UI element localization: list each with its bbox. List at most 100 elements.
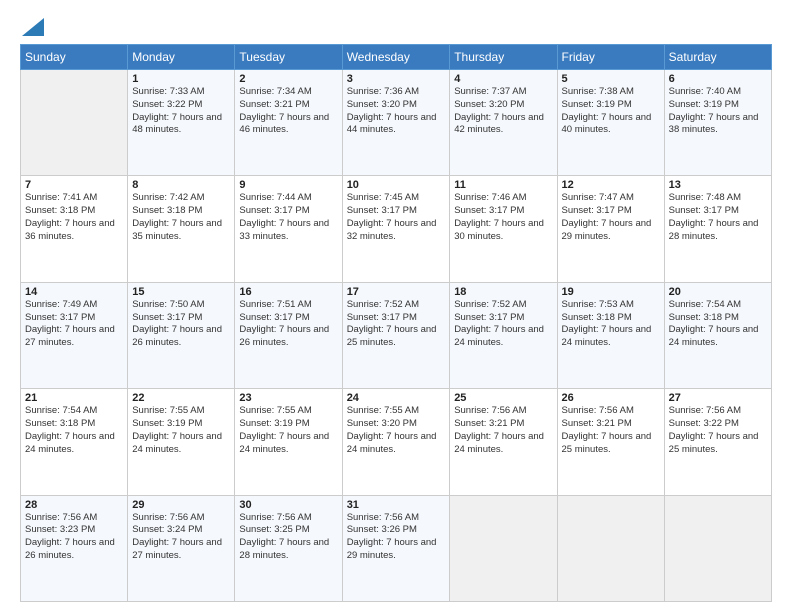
day-number: 20 xyxy=(669,286,767,298)
day-number: 15 xyxy=(132,286,230,298)
logo xyxy=(20,18,44,36)
calendar-cell xyxy=(450,495,557,601)
day-number: 28 xyxy=(25,499,123,511)
calendar-cell: 20Sunrise: 7:54 AM Sunset: 3:18 PM Dayli… xyxy=(664,282,771,388)
calendar-cell: 11Sunrise: 7:46 AM Sunset: 3:17 PM Dayli… xyxy=(450,176,557,282)
day-info: Sunrise: 7:52 AM Sunset: 3:17 PM Dayligh… xyxy=(347,299,446,350)
calendar-cell: 21Sunrise: 7:54 AM Sunset: 3:18 PM Dayli… xyxy=(21,389,128,495)
day-number: 27 xyxy=(669,392,767,404)
calendar-cell: 3Sunrise: 7:36 AM Sunset: 3:20 PM Daylig… xyxy=(342,70,450,176)
week-row-3: 21Sunrise: 7:54 AM Sunset: 3:18 PM Dayli… xyxy=(21,389,772,495)
calendar-cell: 12Sunrise: 7:47 AM Sunset: 3:17 PM Dayli… xyxy=(557,176,664,282)
day-info: Sunrise: 7:44 AM Sunset: 3:17 PM Dayligh… xyxy=(239,192,337,243)
day-info: Sunrise: 7:42 AM Sunset: 3:18 PM Dayligh… xyxy=(132,192,230,243)
calendar-cell: 31Sunrise: 7:56 AM Sunset: 3:26 PM Dayli… xyxy=(342,495,450,601)
weekday-header-sunday: Sunday xyxy=(21,45,128,70)
calendar-cell: 8Sunrise: 7:42 AM Sunset: 3:18 PM Daylig… xyxy=(128,176,235,282)
calendar-cell: 27Sunrise: 7:56 AM Sunset: 3:22 PM Dayli… xyxy=(664,389,771,495)
weekday-header-saturday: Saturday xyxy=(664,45,771,70)
day-info: Sunrise: 7:49 AM Sunset: 3:17 PM Dayligh… xyxy=(25,299,123,350)
calendar-cell: 22Sunrise: 7:55 AM Sunset: 3:19 PM Dayli… xyxy=(128,389,235,495)
calendar-cell xyxy=(557,495,664,601)
weekday-header-wednesday: Wednesday xyxy=(342,45,450,70)
day-number: 18 xyxy=(454,286,552,298)
day-number: 29 xyxy=(132,499,230,511)
calendar-cell: 19Sunrise: 7:53 AM Sunset: 3:18 PM Dayli… xyxy=(557,282,664,388)
day-number: 23 xyxy=(239,392,337,404)
day-number: 4 xyxy=(454,73,552,85)
day-number: 14 xyxy=(25,286,123,298)
day-info: Sunrise: 7:37 AM Sunset: 3:20 PM Dayligh… xyxy=(454,86,552,137)
day-info: Sunrise: 7:56 AM Sunset: 3:23 PM Dayligh… xyxy=(25,512,123,563)
day-info: Sunrise: 7:56 AM Sunset: 3:22 PM Dayligh… xyxy=(669,405,767,456)
calendar-cell xyxy=(664,495,771,601)
day-info: Sunrise: 7:53 AM Sunset: 3:18 PM Dayligh… xyxy=(562,299,660,350)
calendar-cell: 24Sunrise: 7:55 AM Sunset: 3:20 PM Dayli… xyxy=(342,389,450,495)
day-info: Sunrise: 7:41 AM Sunset: 3:18 PM Dayligh… xyxy=(25,192,123,243)
calendar-cell: 17Sunrise: 7:52 AM Sunset: 3:17 PM Dayli… xyxy=(342,282,450,388)
day-info: Sunrise: 7:54 AM Sunset: 3:18 PM Dayligh… xyxy=(669,299,767,350)
day-info: Sunrise: 7:46 AM Sunset: 3:17 PM Dayligh… xyxy=(454,192,552,243)
day-info: Sunrise: 7:48 AM Sunset: 3:17 PM Dayligh… xyxy=(669,192,767,243)
calendar-cell: 29Sunrise: 7:56 AM Sunset: 3:24 PM Dayli… xyxy=(128,495,235,601)
day-number: 8 xyxy=(132,179,230,191)
calendar-cell: 25Sunrise: 7:56 AM Sunset: 3:21 PM Dayli… xyxy=(450,389,557,495)
day-number: 2 xyxy=(239,73,337,85)
page: SundayMondayTuesdayWednesdayThursdayFrid… xyxy=(0,0,792,612)
day-info: Sunrise: 7:56 AM Sunset: 3:26 PM Dayligh… xyxy=(347,512,446,563)
calendar-cell xyxy=(21,70,128,176)
logo-icon xyxy=(22,18,44,36)
week-row-1: 7Sunrise: 7:41 AM Sunset: 3:18 PM Daylig… xyxy=(21,176,772,282)
day-info: Sunrise: 7:34 AM Sunset: 3:21 PM Dayligh… xyxy=(239,86,337,137)
day-number: 25 xyxy=(454,392,552,404)
week-row-0: 1Sunrise: 7:33 AM Sunset: 3:22 PM Daylig… xyxy=(21,70,772,176)
day-number: 3 xyxy=(347,73,446,85)
calendar-cell: 6Sunrise: 7:40 AM Sunset: 3:19 PM Daylig… xyxy=(664,70,771,176)
day-number: 31 xyxy=(347,499,446,511)
day-info: Sunrise: 7:51 AM Sunset: 3:17 PM Dayligh… xyxy=(239,299,337,350)
calendar-cell: 2Sunrise: 7:34 AM Sunset: 3:21 PM Daylig… xyxy=(235,70,342,176)
day-number: 12 xyxy=(562,179,660,191)
day-info: Sunrise: 7:54 AM Sunset: 3:18 PM Dayligh… xyxy=(25,405,123,456)
calendar-cell: 1Sunrise: 7:33 AM Sunset: 3:22 PM Daylig… xyxy=(128,70,235,176)
header xyxy=(20,18,772,36)
calendar-cell: 9Sunrise: 7:44 AM Sunset: 3:17 PM Daylig… xyxy=(235,176,342,282)
calendar-cell: 14Sunrise: 7:49 AM Sunset: 3:17 PM Dayli… xyxy=(21,282,128,388)
weekday-header-monday: Monday xyxy=(128,45,235,70)
day-info: Sunrise: 7:56 AM Sunset: 3:25 PM Dayligh… xyxy=(239,512,337,563)
day-number: 1 xyxy=(132,73,230,85)
day-info: Sunrise: 7:50 AM Sunset: 3:17 PM Dayligh… xyxy=(132,299,230,350)
day-info: Sunrise: 7:36 AM Sunset: 3:20 PM Dayligh… xyxy=(347,86,446,137)
day-info: Sunrise: 7:56 AM Sunset: 3:21 PM Dayligh… xyxy=(562,405,660,456)
calendar-header-row: SundayMondayTuesdayWednesdayThursdayFrid… xyxy=(21,45,772,70)
day-number: 10 xyxy=(347,179,446,191)
day-number: 6 xyxy=(669,73,767,85)
day-info: Sunrise: 7:56 AM Sunset: 3:21 PM Dayligh… xyxy=(454,405,552,456)
day-number: 7 xyxy=(25,179,123,191)
day-number: 11 xyxy=(454,179,552,191)
day-info: Sunrise: 7:55 AM Sunset: 3:19 PM Dayligh… xyxy=(239,405,337,456)
calendar-cell: 23Sunrise: 7:55 AM Sunset: 3:19 PM Dayli… xyxy=(235,389,342,495)
calendar-cell: 5Sunrise: 7:38 AM Sunset: 3:19 PM Daylig… xyxy=(557,70,664,176)
day-number: 9 xyxy=(239,179,337,191)
day-number: 26 xyxy=(562,392,660,404)
day-number: 13 xyxy=(669,179,767,191)
day-number: 30 xyxy=(239,499,337,511)
day-info: Sunrise: 7:55 AM Sunset: 3:19 PM Dayligh… xyxy=(132,405,230,456)
day-info: Sunrise: 7:55 AM Sunset: 3:20 PM Dayligh… xyxy=(347,405,446,456)
calendar-cell: 15Sunrise: 7:50 AM Sunset: 3:17 PM Dayli… xyxy=(128,282,235,388)
day-number: 5 xyxy=(562,73,660,85)
day-number: 17 xyxy=(347,286,446,298)
day-number: 22 xyxy=(132,392,230,404)
day-info: Sunrise: 7:56 AM Sunset: 3:24 PM Dayligh… xyxy=(132,512,230,563)
calendar-table: SundayMondayTuesdayWednesdayThursdayFrid… xyxy=(20,44,772,602)
day-number: 19 xyxy=(562,286,660,298)
calendar-cell: 10Sunrise: 7:45 AM Sunset: 3:17 PM Dayli… xyxy=(342,176,450,282)
day-info: Sunrise: 7:52 AM Sunset: 3:17 PM Dayligh… xyxy=(454,299,552,350)
calendar-cell: 18Sunrise: 7:52 AM Sunset: 3:17 PM Dayli… xyxy=(450,282,557,388)
week-row-4: 28Sunrise: 7:56 AM Sunset: 3:23 PM Dayli… xyxy=(21,495,772,601)
day-number: 21 xyxy=(25,392,123,404)
day-number: 24 xyxy=(347,392,446,404)
calendar-cell: 13Sunrise: 7:48 AM Sunset: 3:17 PM Dayli… xyxy=(664,176,771,282)
weekday-header-friday: Friday xyxy=(557,45,664,70)
